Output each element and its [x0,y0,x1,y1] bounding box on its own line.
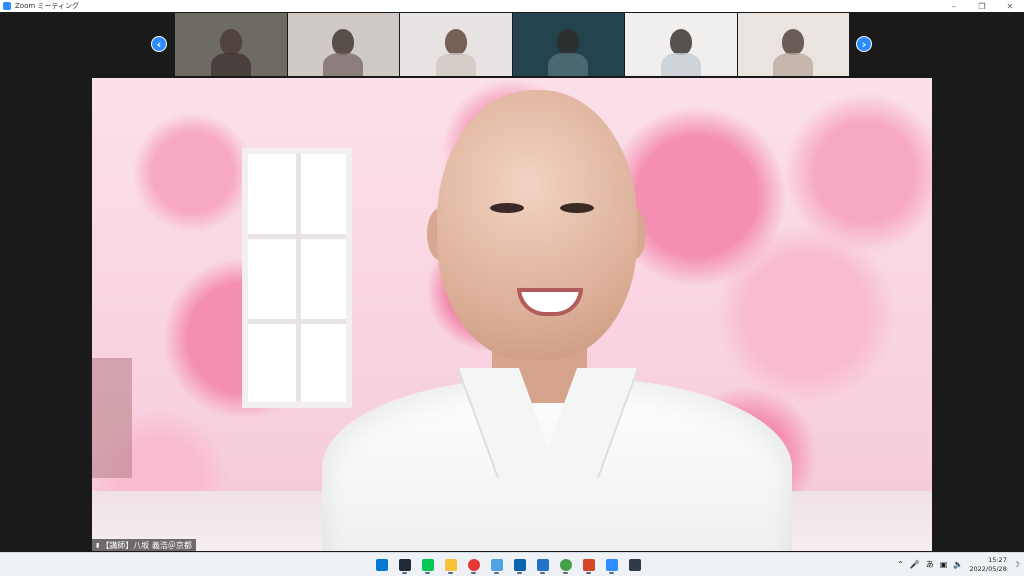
speaker-icon[interactable]: 🔈 [953,560,963,569]
participant-strip [175,13,849,76]
app-dark-glyph [628,558,641,571]
zoom-glyph [605,558,618,571]
notepad-glyph [490,558,503,571]
system-tray: ⌃ 🎤 あ ▣ 🔈 15:27 2022/05/28 ☽ [897,553,1020,576]
participant-tile[interactable] [625,13,738,76]
taskbar-apps [372,555,644,574]
title-bar: Zoom ミーティング – ❐ ✕ [0,0,1024,12]
taskbar-chrome-profile-icon[interactable] [556,555,575,574]
taskbar-windows-start-icon[interactable] [372,555,391,574]
chevron-up-icon[interactable]: ⌃ [897,560,904,569]
display-icon[interactable]: ▣ [940,560,948,569]
window-title: Zoom ミーティング [15,2,79,10]
clock-date: 2022/05/28 [969,564,1007,573]
restore-button[interactable]: ❐ [968,0,996,12]
taskbar-file-explorer-icon[interactable] [441,555,460,574]
chevron-left-icon: ‹ [156,37,162,51]
taskbar-notepad-icon[interactable] [487,555,506,574]
minimize-button[interactable]: – [940,0,968,12]
participant-tile[interactable] [737,13,849,76]
taskbar-app-dark-icon[interactable] [625,555,644,574]
taskbar-app-terminal-icon[interactable] [395,555,414,574]
gallery-prev-button[interactable]: ‹ [151,36,167,52]
participant-tile[interactable] [400,13,513,76]
taskbar-zoom-icon[interactable] [602,555,621,574]
meeting-stage: ‹ › ▮ 【講師】八坂 義浩＠京都 [0,12,1024,553]
remote-desktop-glyph [536,558,549,571]
ime-indicator[interactable]: あ [926,559,934,570]
window-controls: – ❐ ✕ [940,0,1024,12]
powerpoint-glyph [582,558,595,571]
participant-tile[interactable] [175,13,288,76]
outlook-glyph [513,558,526,571]
windows-start-glyph [375,558,388,571]
clock[interactable]: 15:27 2022/05/28 [969,556,1006,574]
notification-icon[interactable]: ☽ [1013,560,1020,569]
speaker-name: 【講師】八坂 義浩＠京都 [101,540,192,550]
taskbar-line-icon[interactable] [418,555,437,574]
zoom-app-icon [3,2,11,10]
speaker-eye-right [560,203,594,213]
close-button[interactable]: ✕ [996,0,1024,12]
taskbar-outlook-icon[interactable] [510,555,529,574]
chrome-glyph [467,558,480,571]
participant-tile[interactable] [287,13,400,76]
signal-icon: ▮ [96,541,100,549]
speaker-name-label: ▮ 【講師】八坂 義浩＠京都 [92,539,196,551]
windows-taskbar: ⌃ 🎤 あ ▣ 🔈 15:27 2022/05/28 ☽ [0,552,1024,576]
chevron-right-icon: › [861,37,867,51]
speaker-eye-left [490,203,524,213]
app-terminal-glyph [398,558,411,571]
taskbar-chrome-icon[interactable] [464,555,483,574]
clock-time: 15:27 [988,555,1007,564]
participant-tile[interactable] [512,13,625,76]
taskbar-powerpoint-icon[interactable] [579,555,598,574]
gallery-next-button[interactable]: › [856,36,872,52]
background-brick [92,358,132,478]
chrome-profile-glyph [559,558,572,571]
background-window [242,148,352,408]
line-glyph [421,558,434,571]
speaker-head [437,90,637,360]
file-explorer-glyph [444,558,457,571]
microphone-icon[interactable]: 🎤 [910,560,920,569]
active-speaker-video[interactable]: ▮ 【講師】八坂 義浩＠京都 [92,78,932,551]
taskbar-remote-desktop-icon[interactable] [533,555,552,574]
